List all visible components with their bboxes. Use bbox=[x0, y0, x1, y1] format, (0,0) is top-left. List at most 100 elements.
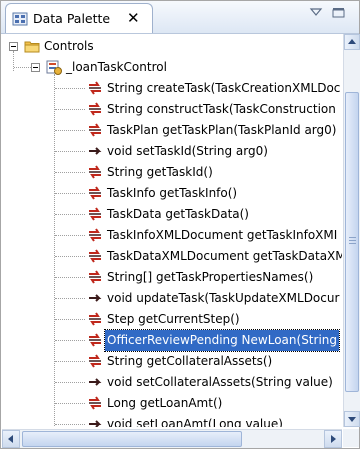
tree-method-item[interactable]: Long getLoanAmt() bbox=[2, 393, 342, 414]
tree-method-item[interactable]: void setLoanAmt(Long value) bbox=[2, 414, 342, 427]
tree-guide-line bbox=[55, 214, 85, 215]
tree-method-item[interactable]: TaskPlan getTaskPlan(TaskPlanId arg0) bbox=[2, 120, 342, 141]
method-void-icon bbox=[89, 420, 102, 427]
method-void-icon bbox=[89, 294, 102, 302]
view-menu-icon[interactable] bbox=[308, 5, 324, 19]
scrollbar-corner bbox=[343, 429, 359, 447]
tree-method-item[interactable]: String getCollateralAssets() bbox=[2, 351, 342, 372]
minimize-icon[interactable] bbox=[331, 5, 347, 19]
tree-method-label: TaskInfoXMLDocument getTaskInfoXMI bbox=[107, 228, 338, 242]
tree-method-label: OfficerReviewPending NewLoan(String bbox=[103, 329, 341, 352]
method-return-icon bbox=[89, 396, 101, 410]
palette-view-icon bbox=[12, 12, 28, 26]
method-return-icon bbox=[89, 249, 101, 263]
tree-method-item[interactable]: void updateTask(TaskUpdateXMLDocur bbox=[2, 288, 342, 309]
method-return-icon bbox=[89, 354, 101, 368]
tree-method-item[interactable]: void setCollateralAssets(String value) bbox=[2, 372, 342, 393]
tree-guide-line bbox=[55, 403, 85, 404]
tree-guide-line bbox=[55, 256, 85, 257]
scroll-up-arrow-icon bbox=[348, 39, 356, 44]
method-return-icon bbox=[89, 186, 101, 200]
scroll-left-button[interactable] bbox=[2, 430, 20, 448]
tree-guide-line bbox=[55, 424, 85, 425]
tree-method-label: TaskDataXMLDocument getTaskDataXM bbox=[107, 249, 342, 263]
tree-guide-line bbox=[55, 193, 85, 194]
scroll-down-button[interactable] bbox=[344, 411, 360, 427]
folder-icon bbox=[24, 41, 40, 53]
tree-method-item[interactable]: String[] getTaskPropertiesNames() bbox=[2, 267, 342, 288]
method-void-icon bbox=[89, 378, 102, 386]
tree-guide-line bbox=[55, 319, 85, 320]
method-return-icon bbox=[89, 102, 101, 116]
tree-guide-line bbox=[55, 340, 85, 341]
tree-method-item[interactable]: String constructTask(TaskConstruction bbox=[2, 99, 342, 120]
method-return-icon bbox=[89, 123, 101, 137]
tree-method-label: String getTaskId() bbox=[107, 165, 213, 179]
tree-method-label: Step getCurrentStep() bbox=[107, 312, 240, 326]
tree-method-label: String constructTask(TaskConstruction bbox=[107, 102, 336, 116]
method-return-icon bbox=[89, 207, 101, 221]
tree-guide-line bbox=[55, 172, 85, 173]
scroll-down-arrow-icon bbox=[348, 417, 356, 422]
horizontal-scroll-thumb[interactable] bbox=[22, 431, 242, 447]
tree-method-label: String[] getTaskPropertiesNames() bbox=[107, 270, 314, 284]
tree-method-label: TaskPlan getTaskPlan(TaskPlanId arg0) bbox=[107, 123, 337, 137]
tree-method-item[interactable]: TaskDataXMLDocument getTaskDataXM bbox=[2, 246, 342, 267]
close-icon[interactable]: ✕ bbox=[127, 8, 140, 28]
view-title: Data Palette bbox=[33, 11, 111, 26]
tree-guide-line bbox=[55, 88, 85, 89]
collapse-toggle-loan-task-control[interactable] bbox=[31, 63, 40, 72]
tab-data-palette[interactable]: Data Palette ✕ bbox=[5, 3, 153, 33]
scroll-right-arrow-icon bbox=[331, 435, 336, 443]
tree-guide-line bbox=[55, 382, 85, 383]
method-return-icon bbox=[89, 333, 101, 347]
tree-method-label: void setCollateralAssets(String value) bbox=[107, 375, 333, 389]
method-return-icon bbox=[89, 81, 101, 95]
tree-method-item[interactable]: TaskData getTaskData() bbox=[2, 204, 342, 225]
tree-method-label: void setLoanAmt(Long value) bbox=[107, 417, 283, 427]
method-return-icon bbox=[89, 312, 101, 326]
tree-method-item[interactable]: String createTask(TaskCreationXMLDoc bbox=[2, 78, 342, 99]
control-icon bbox=[46, 60, 62, 75]
scroll-right-button[interactable] bbox=[324, 430, 342, 448]
tree-guide-line bbox=[55, 130, 85, 131]
view-title-bar: Data Palette ✕ bbox=[1, 1, 359, 34]
tree-guide-line bbox=[55, 298, 85, 299]
tree-method-item[interactable]: OfficerReviewPending NewLoan(String bbox=[2, 329, 342, 352]
tree-guide-line bbox=[13, 51, 14, 71]
tree-viewport: Controls _loanTaskControl String createT… bbox=[2, 34, 342, 427]
method-return-icon bbox=[89, 228, 101, 242]
tree-guide-line bbox=[55, 235, 85, 236]
scroll-up-button[interactable] bbox=[344, 34, 360, 50]
tree-node-label: _loanTaskControl bbox=[66, 60, 167, 74]
vertical-scrollbar[interactable] bbox=[343, 34, 360, 427]
data-palette-view: Data Palette ✕ Controls _loanTaskControl… bbox=[0, 0, 360, 449]
tree-guide-line bbox=[55, 151, 85, 152]
tree-method-label: void setTaskId(String arg0) bbox=[107, 144, 268, 158]
tree-guide-line bbox=[55, 361, 85, 362]
tree-node-loan-task-control[interactable]: _loanTaskControl bbox=[2, 57, 342, 78]
tree-node-label: Controls bbox=[44, 39, 94, 53]
tree-method-item[interactable]: Step getCurrentStep() bbox=[2, 309, 342, 330]
tree-method-item[interactable]: TaskInfoXMLDocument getTaskInfoXMI bbox=[2, 225, 342, 246]
tree-method-item[interactable]: String getTaskId() bbox=[2, 162, 342, 183]
tree-guide-line bbox=[55, 277, 85, 278]
collapse-toggle-controls[interactable] bbox=[9, 42, 18, 51]
scroll-left-arrow-icon bbox=[8, 435, 13, 443]
method-return-icon bbox=[89, 165, 101, 179]
tree-method-label: TaskInfo getTaskInfo() bbox=[107, 186, 238, 200]
tree-node-controls[interactable]: Controls bbox=[2, 36, 342, 57]
tree-method-item[interactable]: TaskInfo getTaskInfo() bbox=[2, 183, 342, 204]
method-void-icon bbox=[89, 147, 102, 155]
vertical-scroll-thumb[interactable] bbox=[345, 92, 359, 392]
tree-method-label: Long getLoanAmt() bbox=[107, 396, 223, 410]
tree-method-label: void updateTask(TaskUpdateXMLDocur bbox=[107, 291, 340, 305]
tree-guide-line bbox=[55, 109, 85, 110]
tree-method-label: TaskData getTaskData() bbox=[107, 207, 249, 221]
method-return-icon bbox=[89, 270, 101, 284]
horizontal-scrollbar[interactable] bbox=[2, 429, 342, 448]
tree-method-item[interactable]: void setTaskId(String arg0) bbox=[2, 141, 342, 162]
tree-method-label: String getCollateralAssets() bbox=[107, 354, 273, 368]
tree-method-label: String createTask(TaskCreationXMLDoc bbox=[107, 81, 341, 95]
tree-guide-line bbox=[14, 67, 31, 68]
